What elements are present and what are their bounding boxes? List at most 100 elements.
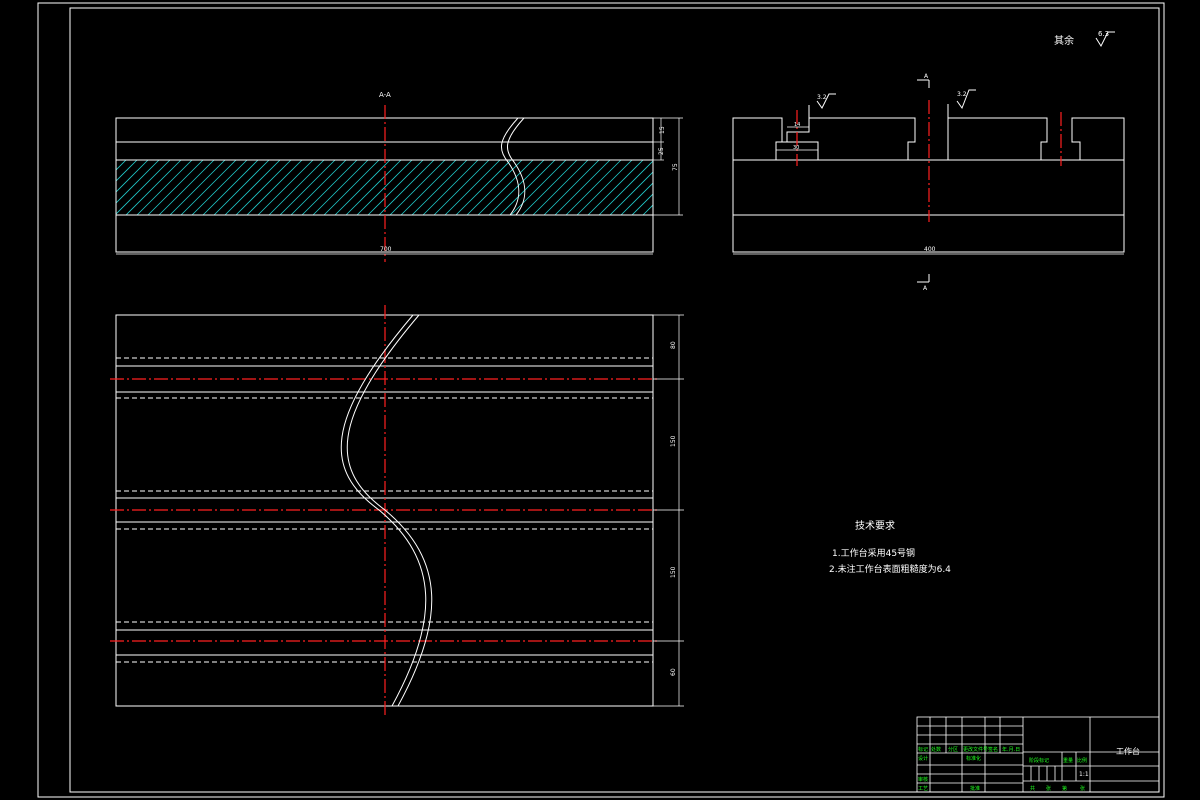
svg-text:批准: 批准 (970, 785, 980, 792)
hatch-line (676, 160, 731, 215)
svg-text:150: 150 (670, 566, 677, 578)
hatch-line (565, 160, 622, 215)
hatch-line (334, 160, 391, 215)
hatch-line (367, 160, 424, 215)
svg-text:设计: 设计 (918, 755, 928, 762)
hatch-line (709, 160, 764, 215)
tech-note-2: 2.未注工作台表面粗糙度为6.4 (829, 563, 951, 575)
hatch-line (116, 160, 160, 204)
hatch-line (158, 160, 215, 215)
hatch-line (345, 160, 402, 215)
svg-text:75: 75 (672, 163, 679, 171)
hatch-line (499, 160, 556, 215)
hatch-line (521, 160, 578, 215)
hatch-line (620, 182, 653, 215)
section-hatch (60, 160, 764, 215)
hatch-line (598, 160, 653, 215)
hatch-line (213, 160, 270, 215)
svg-text:分区: 分区 (948, 746, 958, 753)
svg-text:14: 14 (794, 122, 800, 128)
hatch-line (147, 160, 204, 215)
hatch-line (202, 160, 259, 215)
svg-text:比例: 比例 (1077, 757, 1087, 764)
roughness-symbol-icon: 6.3 (1095, 30, 1115, 48)
svg-text:标准化: 标准化 (966, 755, 981, 762)
svg-text:15: 15 (659, 126, 666, 134)
svg-text:1:1: 1:1 (1079, 771, 1089, 778)
hatch-line (323, 160, 380, 215)
inner-border (69, 7, 1160, 793)
svg-text:阶段标记: 阶段标记 (1029, 757, 1049, 764)
svg-text:共: 共 (1030, 785, 1035, 792)
svg-text:工艺: 工艺 (918, 786, 928, 792)
hatch-line (312, 160, 369, 215)
hatch-line (116, 160, 138, 182)
title-block: 标记 处数 分区 更改文件号 签名 年.月.日 设计 标准化 审核 工艺 批准 … (916, 716, 1160, 793)
hatch-line (455, 160, 512, 215)
hatch-line (576, 160, 633, 215)
hatch-line (180, 160, 237, 215)
hatch-line (466, 160, 523, 215)
hatch-line (60, 160, 115, 215)
hatch-line (235, 160, 292, 215)
svg-text:更改文件号: 更改文件号 (963, 746, 988, 753)
hatch-line (654, 160, 709, 215)
svg-text:处数: 处数 (931, 746, 941, 753)
svg-text:重量: 重量 (1063, 757, 1073, 764)
side-view: A A 3.2 3.2 14 30 400 (732, 73, 1125, 292)
hatch-line (687, 160, 742, 215)
front-view: A-A 15 25 75 700 (60, 91, 764, 262)
svg-text:6.3: 6.3 (1098, 30, 1109, 38)
hatch-line (444, 160, 501, 215)
technical-requirements: 技术要求 1.工作台采用45号钢 2.未注工作台表面粗糙度为6.4 (829, 519, 951, 575)
svg-text:3.2: 3.2 (957, 91, 967, 98)
svg-text:150: 150 (670, 435, 677, 447)
svg-text:80: 80 (670, 341, 677, 349)
hatch-line (400, 160, 457, 215)
tech-note-1: 1.工作台采用45号钢 (832, 547, 915, 559)
hatch-line (301, 160, 358, 215)
hatch-line (532, 160, 589, 215)
hatch-line (510, 160, 567, 215)
hatch-line (389, 160, 446, 215)
svg-text:第: 第 (1062, 785, 1067, 792)
hatch-line (609, 171, 653, 215)
svg-text:60: 60 (670, 668, 677, 676)
hatch-line (116, 160, 127, 171)
svg-text:审核: 审核 (918, 776, 928, 783)
hatch-line (116, 160, 149, 193)
svg-text:A: A (924, 73, 929, 80)
svg-text:25: 25 (658, 147, 665, 155)
tech-notes-title: 技术要求 (855, 519, 895, 532)
hatch-line (279, 160, 336, 215)
hatch-line (191, 160, 248, 215)
hatch-line (169, 160, 226, 215)
cad-drawing-canvas: 其余 6.3 A-A 15 25 75 700 A A 3.2 3.2 14 3… (37, 2, 1165, 798)
hatch-line (125, 160, 182, 215)
hatch-line (378, 160, 435, 215)
hatch-line (488, 160, 545, 215)
plan-view: 80 150 150 60 (110, 305, 684, 716)
hatch-line (290, 160, 347, 215)
hatch-line (136, 160, 193, 215)
svg-text:A: A (923, 285, 928, 292)
hatch-line (587, 160, 644, 215)
hatch-line (246, 160, 303, 215)
svg-text:张: 张 (1046, 785, 1051, 792)
svg-text:年.月.日: 年.月.日 (1002, 746, 1020, 753)
hatch-line (554, 160, 611, 215)
hatch-line (422, 160, 479, 215)
hatch-line (642, 204, 653, 215)
section-label: A-A (379, 91, 391, 99)
side-width-dim: 400 (924, 246, 936, 253)
hatch-line (268, 160, 325, 215)
hatch-line (257, 160, 314, 215)
hatch-line (116, 160, 171, 215)
hatch-line (543, 160, 600, 215)
svg-text:张: 张 (1080, 785, 1085, 792)
svg-text:标记: 标记 (918, 746, 928, 753)
front-width-dim: 700 (380, 246, 392, 253)
hatch-line (698, 160, 753, 215)
svg-text:签名: 签名 (988, 746, 998, 753)
hatch-line (433, 160, 490, 215)
